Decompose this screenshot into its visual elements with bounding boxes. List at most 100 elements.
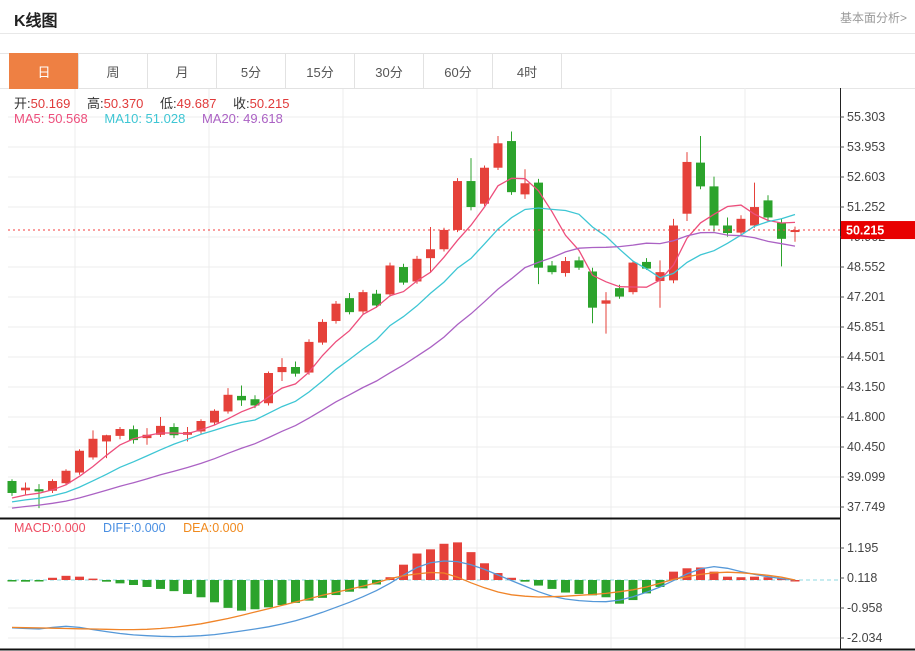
- y-axis-label: 55.303: [847, 110, 885, 124]
- macd-histogram-bar: [251, 580, 260, 609]
- candlestick: [8, 481, 17, 493]
- candlestick: [210, 411, 219, 423]
- candlestick: [75, 451, 84, 473]
- ma20-readout: MA20: 49.618: [202, 111, 283, 126]
- low-label: 低:: [160, 96, 177, 111]
- ohlc-readout: 开:50.169 高:50.370 低:49.687 收:50.215: [14, 93, 302, 112]
- macd-histogram-bar: [89, 579, 98, 581]
- y-axis-label: 47.201: [847, 290, 885, 304]
- tab-day[interactable]: 日: [9, 53, 79, 89]
- candlestick: [35, 489, 44, 491]
- macd-histogram-bar: [291, 580, 300, 603]
- candlestick: [521, 183, 530, 194]
- y-axis-label: 44.501: [847, 350, 885, 364]
- y-axis-label: 41.800: [847, 410, 885, 424]
- candlestick: [683, 162, 692, 214]
- candlestick: [602, 300, 611, 303]
- y-axis-label: 53.953: [847, 140, 885, 154]
- candlestick: [413, 259, 422, 282]
- dea-value: DEA:0.000: [183, 521, 243, 535]
- y-axis-label: 43.150: [847, 380, 885, 394]
- macd-histogram-bar: [750, 577, 759, 580]
- candlestick: [345, 298, 354, 312]
- macd-histogram-bar: [237, 580, 246, 611]
- macd-histogram-bar: [278, 580, 287, 605]
- candlestick: [453, 181, 462, 230]
- macd-histogram-bar: [521, 580, 530, 582]
- candlestick: [102, 435, 111, 441]
- ma10-readout: MA10: 51.028: [104, 111, 185, 126]
- ma5-readout: MA5: 50.568: [14, 111, 88, 126]
- y-axis-label: -0.958: [847, 601, 882, 615]
- candlestick: [467, 181, 476, 207]
- macd-histogram-bar: [534, 580, 543, 586]
- close-value: 50.215: [250, 96, 290, 111]
- candlestick: [669, 225, 678, 280]
- candlestick: [710, 186, 719, 225]
- current-price-text: 50.215: [846, 224, 884, 238]
- y-axis-label: 1.195: [847, 541, 878, 555]
- tab-30min[interactable]: 30分: [354, 53, 424, 89]
- macd-histogram-bar: [75, 577, 84, 580]
- macd-histogram-bar: [602, 580, 611, 597]
- tab-month[interactable]: 月: [147, 53, 217, 89]
- macd-histogram-bar: [548, 580, 557, 589]
- macd-histogram-bar: [116, 580, 125, 583]
- macd-histogram-bar: [723, 577, 732, 580]
- y-axis-label: -2.034: [847, 631, 882, 645]
- ma-readout: MA5: 50.568 MA10: 51.028 MA20: 49.618: [14, 111, 283, 126]
- candlestick: [278, 367, 287, 372]
- y-axis-label: 40.450: [847, 440, 885, 454]
- candlestick: [575, 260, 584, 267]
- macd-histogram-bar: [170, 580, 179, 591]
- tab-5min[interactable]: 5分: [216, 53, 286, 89]
- macd-histogram-bar: [8, 580, 17, 582]
- candlestick: [399, 267, 408, 283]
- candlestick: [291, 367, 300, 374]
- candlestick: [480, 168, 489, 204]
- candlestick: [696, 163, 705, 187]
- tab-week[interactable]: 周: [78, 53, 148, 89]
- diff-value: DIFF:0.000: [103, 521, 166, 535]
- macd-histogram-bar: [183, 580, 192, 594]
- candlestick: [615, 288, 624, 296]
- candlestick: [561, 261, 570, 273]
- candlestick: [507, 141, 516, 192]
- open-label: 开:: [14, 96, 31, 111]
- candlestick: [359, 292, 368, 311]
- tab-60min[interactable]: 60分: [423, 53, 493, 89]
- macd-histogram-bar: [426, 549, 435, 580]
- y-axis-label: 45.851: [847, 320, 885, 334]
- macd-histogram-bar: [156, 580, 165, 589]
- tab-4hour[interactable]: 4时: [492, 53, 562, 89]
- macd-histogram-bar: [197, 580, 206, 597]
- macd-histogram-bar: [399, 565, 408, 580]
- candlestick: [62, 471, 71, 483]
- macd-histogram-bar: [561, 580, 570, 593]
- candlestick: [89, 439, 98, 458]
- candlestick: [237, 396, 246, 400]
- candlestick: [224, 395, 233, 412]
- macd-histogram-bar: [575, 580, 584, 594]
- macd-y-axis-labels: 1.1950.118-0.958-2.034: [840, 541, 882, 645]
- macd-histogram-bar: [35, 580, 44, 582]
- macd-histogram-bar: [48, 578, 57, 580]
- macd-histogram-bar: [143, 580, 152, 587]
- candlestick: [629, 263, 638, 293]
- macd-histogram-bar: [62, 576, 71, 580]
- macd-value: MACD:0.000: [14, 521, 86, 535]
- y-axis-label: 52.603: [847, 170, 885, 184]
- macd-histogram-bar: [737, 577, 746, 580]
- candlestick: [548, 265, 557, 272]
- macd-readout: MACD:0.000 DIFF:0.000 DEA:0.000: [14, 521, 244, 535]
- candlestick: [777, 223, 786, 239]
- tab-15min[interactable]: 15分: [285, 53, 355, 89]
- main-y-axis-labels: 55.30353.95352.60351.25249.90248.55247.2…: [840, 110, 885, 514]
- y-axis-label: 37.749: [847, 500, 885, 514]
- current-price-label: 50.215: [841, 221, 915, 239]
- candlestick: [764, 200, 773, 217]
- candlesticks-layer: [8, 132, 800, 509]
- y-axis-label: 51.252: [847, 200, 885, 214]
- macd-histogram-bar: [480, 563, 489, 580]
- candlestick: [494, 143, 503, 167]
